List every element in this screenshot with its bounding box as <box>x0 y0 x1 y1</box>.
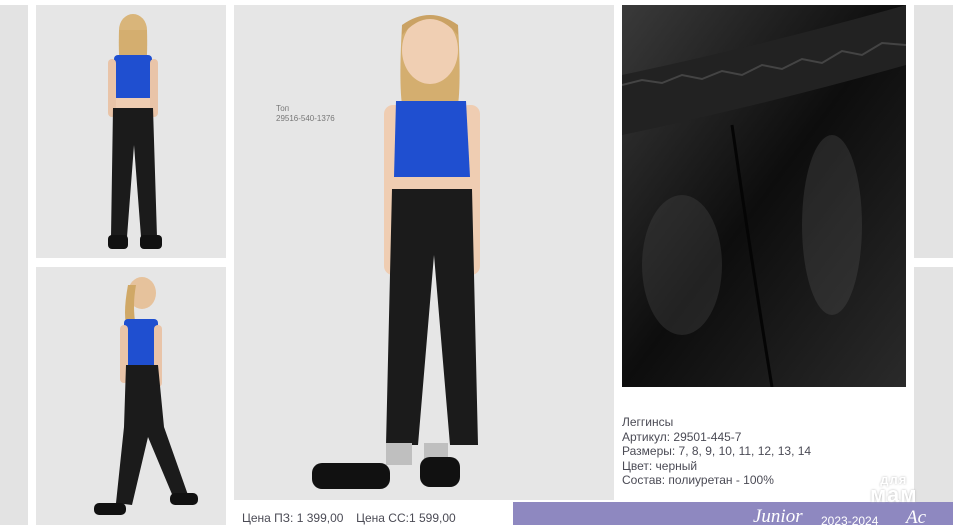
product-name: Леггинсы <box>622 415 674 429</box>
top-note-name: Топ <box>276 104 290 113</box>
footer-season: 2023-2024 <box>821 514 879 525</box>
top-note: Топ 29516-540-1376 <box>276 104 335 124</box>
model-front-figure <box>312 15 480 489</box>
product-article: Артикул: 29501-445-7 <box>622 429 742 444</box>
watermark-line2: мам <box>870 482 918 507</box>
right-edge-strip-lower <box>914 267 953 502</box>
model-back-figure <box>108 14 162 249</box>
footer-brand: Junior <box>753 506 803 525</box>
top-note-article: 29516-540-1376 <box>276 114 335 123</box>
watermark-logo: для мам <box>870 472 918 507</box>
price-line: Цена ПЗ: 1 399,00 Цена СС:1 599,00 <box>242 511 456 525</box>
fabric-texture <box>622 5 906 387</box>
model-walking-figure <box>94 277 198 515</box>
product-composition: Состав: полиуретан - 100% <box>622 473 774 487</box>
product-color: Цвет: черный <box>622 458 698 473</box>
price-ss: Цена СС:1 599,00 <box>356 511 456 525</box>
photo-walking-view <box>36 267 226 525</box>
product-info: Леггинсы Артикул: 29501-445-7 Размеры: 7… <box>622 415 907 488</box>
right-edge-strip <box>914 5 953 258</box>
left-edge-strip <box>0 5 28 525</box>
photo-fabric-closeup <box>622 5 906 387</box>
product-sizes: Размеры: 7, 8, 9, 10, 11, 12, 13, 14 <box>622 444 812 458</box>
photo-back-view <box>36 5 226 258</box>
photo-main-front-view: Топ 29516-540-1376 <box>234 5 614 500</box>
footer-brand-right: Ac <box>906 507 927 525</box>
price-pz: Цена ПЗ: 1 399,00 <box>242 511 344 525</box>
